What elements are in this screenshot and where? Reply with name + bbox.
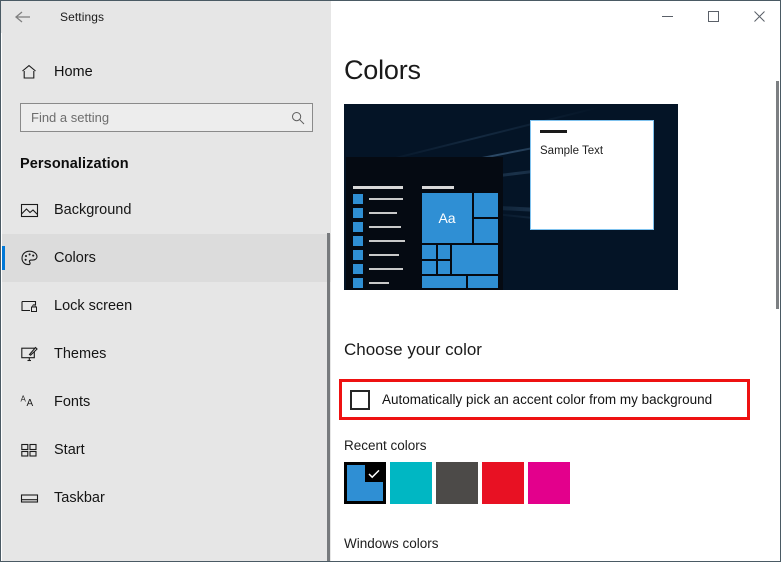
tile-label: Aa: [438, 210, 456, 226]
start-menu-rule: [353, 186, 403, 189]
maximize-icon[interactable]: [690, 1, 736, 32]
title-bar: Settings: [1, 1, 780, 33]
sidebar-item-themes[interactable]: Themes: [2, 330, 331, 378]
color-swatch[interactable]: [436, 462, 478, 504]
auto-accent-label: Automatically pick an accent color from …: [382, 392, 713, 407]
recent-colors-heading: Recent colors: [344, 438, 427, 453]
app-list-row: [353, 235, 415, 246]
sidebar-item-background[interactable]: Background: [2, 186, 331, 234]
color-swatch[interactable]: [390, 462, 432, 504]
back-arrow-icon[interactable]: [1, 1, 45, 33]
sidebar-item-label: Themes: [54, 346, 107, 362]
color-swatch-selected[interactable]: [344, 462, 386, 504]
search-box[interactable]: [20, 103, 313, 132]
start-menu-app-list: [353, 193, 415, 290]
start-tile: [474, 219, 498, 243]
preview-sample-window: Sample Text: [530, 120, 654, 230]
start-tile: [438, 245, 450, 259]
sidebar-item-label: Background: [54, 202, 132, 218]
windows-colors-heading: Windows colors: [344, 536, 439, 551]
close-icon[interactable]: [736, 1, 780, 32]
start-tiles-rule: [422, 186, 454, 189]
brush-icon: [20, 345, 50, 364]
sidebar-item-colors[interactable]: Colors: [2, 234, 331, 282]
taskbar-icon: [20, 489, 50, 508]
start-tile: [468, 276, 498, 288]
image-icon: [20, 201, 50, 220]
sidebar-home-label: Home: [54, 64, 93, 80]
title-bar-left: Settings: [1, 1, 331, 33]
minimize-icon[interactable]: [644, 1, 690, 32]
start-tiles-icon: [20, 441, 50, 460]
check-icon: [365, 465, 383, 482]
sidebar-item-label: Taskbar: [54, 490, 105, 506]
auto-accent-checkbox[interactable]: [350, 389, 370, 410]
color-swatch[interactable]: [528, 462, 570, 504]
start-tile: [422, 261, 436, 274]
start-tile: [422, 276, 466, 288]
sidebar-item-lock-screen[interactable]: Lock screen: [2, 282, 331, 330]
sidebar-item-home[interactable]: Home: [2, 55, 331, 89]
sidebar-item-label: Start: [54, 442, 85, 458]
window-controls: [331, 1, 780, 33]
search-input[interactable]: [21, 104, 284, 131]
sidebar-scrollbar-thumb[interactable]: [327, 233, 330, 561]
svg-text:A: A: [27, 398, 34, 409]
choose-your-color-heading: Choose your color: [344, 340, 482, 359]
content-scrollbar-thumb[interactable]: [776, 81, 779, 309]
start-tile: [474, 193, 498, 217]
app-list-row: [353, 221, 415, 232]
page-title: Colors: [344, 55, 421, 85]
sidebar-item-start[interactable]: Start: [2, 426, 331, 474]
lock-screen-icon: [20, 297, 50, 316]
auto-accent-highlight-box: Automatically pick an accent color from …: [339, 379, 750, 420]
sidebar-item-fonts[interactable]: A A Fonts: [2, 378, 331, 426]
sidebar-section-title: Personalization: [20, 156, 129, 172]
content-pane: Colors Aa Sample Text Choose your color …: [331, 33, 780, 561]
sidebar-nav-list: Background Colors Lock screen Themes A A…: [2, 186, 331, 522]
start-tile: [452, 245, 498, 274]
fonts-icon: A A: [20, 393, 50, 412]
theme-preview: Aa Sample Text: [344, 104, 678, 290]
app-list-row: [353, 193, 415, 204]
swatch-fill: [390, 462, 432, 504]
swatch-fill: [528, 462, 570, 504]
start-tile-aa: Aa: [422, 193, 472, 243]
preview-start-menu: Aa: [346, 157, 503, 290]
sidebar-item-label: Lock screen: [54, 298, 133, 314]
home-icon: [20, 63, 50, 81]
recent-colors-list: [344, 462, 570, 504]
sidebar-item-taskbar[interactable]: Taskbar: [2, 474, 331, 522]
sample-window-titlebar-rule: [540, 130, 567, 133]
settings-window: Settings Home Find a setting Personaliza…: [0, 0, 781, 562]
search-icon[interactable]: [284, 104, 312, 131]
start-tile: [422, 245, 436, 259]
swatch-fill: [482, 462, 524, 504]
start-tile: [438, 261, 450, 274]
sidebar-item-label: Colors: [54, 250, 96, 266]
sidebar-item-label: Fonts: [54, 394, 91, 410]
sidebar: Home Personalization Backgroun: [2, 33, 331, 561]
app-list-row: [353, 249, 415, 260]
app-list-row: [353, 207, 415, 218]
app-title: Settings: [60, 10, 105, 24]
sidebar-scrollbar[interactable]: [327, 33, 330, 561]
swatch-fill: [436, 462, 478, 504]
palette-icon: [20, 249, 50, 268]
app-list-row: [353, 263, 415, 274]
color-swatch[interactable]: [482, 462, 524, 504]
app-list-row: [353, 277, 415, 288]
sample-window-text: Sample Text: [540, 145, 604, 157]
